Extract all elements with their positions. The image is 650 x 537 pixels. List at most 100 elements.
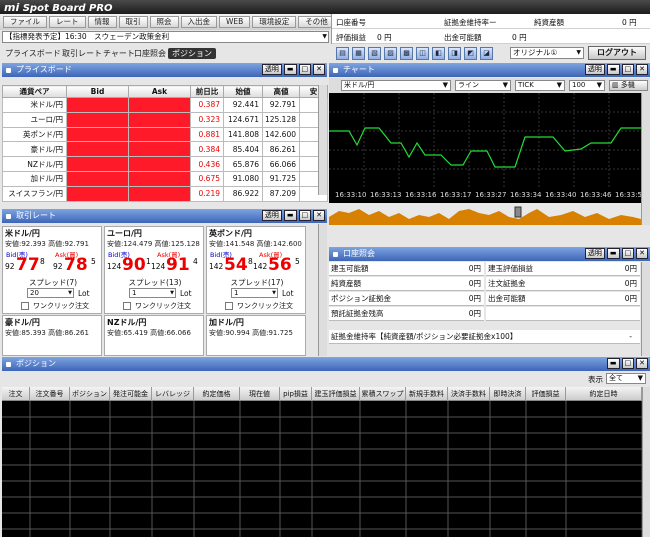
maximize-icon[interactable]: □ [298, 210, 312, 221]
toolbar-icon-7[interactable]: ◧ [432, 47, 445, 60]
ask-cell[interactable] [128, 185, 191, 202]
logout-button[interactable]: ログアウト [588, 46, 646, 60]
column-header[interactable]: 建玉評価損益 [312, 387, 360, 401]
minimize-icon[interactable]: ▬ [283, 64, 297, 75]
tick-chart[interactable]: 16:33:10 16:33:13 16:33:16 16:33:17 16:33:27… [329, 93, 641, 225]
bid-cell[interactable] [66, 97, 129, 113]
oneclick-checkbox[interactable] [123, 302, 131, 310]
transparent-button[interactable]: 透明 [261, 64, 282, 75]
table-row[interactable]: 米ドル/円 0.387 92.441 92.791 [2, 97, 328, 113]
price-board-scrollbar[interactable] [318, 85, 327, 195]
lot-select[interactable]: 1 ▼ [129, 288, 176, 298]
positions-scrollbar[interactable] [642, 387, 650, 537]
table-row[interactable]: ユーロ/円 0.323 124.671 125.128 [2, 111, 328, 128]
maximize-icon[interactable]: □ [621, 248, 635, 259]
bid-cell[interactable] [66, 185, 129, 202]
toolbar-icon-9[interactable]: ◩ [464, 47, 477, 60]
tab-account[interactable]: 口座照会 [134, 48, 166, 59]
ask-cell[interactable] [128, 156, 191, 172]
column-header[interactable]: 発注可能金 [110, 387, 152, 401]
tab-chart[interactable]: チャート [103, 48, 135, 59]
column-header[interactable]: レバレッジ [152, 387, 194, 401]
ask-cell[interactable] [128, 111, 191, 128]
menu-web[interactable]: WEB [219, 16, 251, 28]
table-row[interactable]: 英ポンド/円 0.881 141.808 142.600 [2, 126, 328, 143]
account-scrollbar[interactable] [641, 262, 650, 356]
maximize-icon[interactable]: □ [621, 64, 635, 75]
ask-cell[interactable] [128, 126, 191, 143]
column-header[interactable]: 累積スワップ [360, 387, 406, 401]
bid-cell[interactable] [66, 126, 129, 143]
chart-count-select[interactable]: 100 ▼ [569, 80, 605, 91]
column-header[interactable]: 評価損益 [526, 387, 566, 401]
close-icon[interactable]: ✕ [313, 210, 325, 221]
column-header[interactable]: 約定価格 [194, 387, 240, 401]
bid-cell[interactable] [66, 111, 129, 128]
column-header[interactable]: 注文 [2, 387, 30, 401]
toolbar-icon-1[interactable]: ▤ [336, 47, 349, 60]
menu-info[interactable]: 情報 [87, 16, 117, 28]
toolbar-icon-4[interactable]: ▨ [384, 47, 397, 60]
close-icon[interactable]: ✕ [313, 64, 325, 75]
bid-cell[interactable] [66, 156, 129, 172]
toolbar-icon-6[interactable]: ◫ [416, 47, 429, 60]
oneclick-checkbox[interactable] [225, 302, 233, 310]
toolbar-icon-8[interactable]: ◨ [448, 47, 461, 60]
chart-scrollbar[interactable] [641, 93, 650, 225]
menu-trade[interactable]: 取引 [118, 16, 148, 28]
toolbar-icon-5[interactable]: ▩ [400, 47, 413, 60]
transparent-button[interactable]: 透明 [584, 64, 605, 75]
maximize-icon[interactable]: □ [621, 358, 635, 369]
bid-cell[interactable] [66, 170, 129, 187]
column-header[interactable]: 新規手数料 [406, 387, 448, 401]
minimize-icon[interactable]: ▬ [606, 64, 620, 75]
oneclick-checkbox[interactable] [21, 302, 29, 310]
menu-inquiry[interactable]: 照会 [149, 16, 179, 28]
ask-cell[interactable] [128, 97, 191, 113]
table-row[interactable]: 加ドル/円 0.675 91.080 91.725 [2, 170, 328, 187]
positions-table-body[interactable] [2, 401, 642, 537]
close-icon[interactable]: ✕ [636, 64, 648, 75]
column-header[interactable]: 約定日時 [566, 387, 642, 401]
toolbar-icon-10[interactable]: ◪ [480, 47, 493, 60]
column-header[interactable]: 注文番号 [30, 387, 70, 401]
tab-trade-rate[interactable]: 取引レート [62, 48, 102, 59]
tab-position[interactable]: ポジション [168, 48, 216, 59]
display-filter-select[interactable]: 全て ▼ [606, 373, 646, 384]
transparent-button[interactable]: 透明 [261, 210, 282, 221]
trade-rate-scrollbar[interactable] [318, 224, 327, 356]
chart-type-select[interactable]: ライン ▼ [455, 80, 511, 91]
table-row[interactable]: スイスフラン/円 0.219 86.922 87.209 [2, 185, 328, 202]
chart-tick-select[interactable]: TICK ▼ [515, 80, 565, 91]
bid-cell[interactable] [66, 141, 129, 158]
close-icon[interactable]: ✕ [636, 358, 648, 369]
toolbar-icon-3[interactable]: ▧ [368, 47, 381, 60]
column-header[interactable]: ポジション [70, 387, 110, 401]
menu-file[interactable]: ファイル [3, 16, 47, 28]
minimize-icon[interactable]: ▬ [606, 358, 620, 369]
lot-select[interactable]: 20 ▼ [27, 288, 74, 298]
tab-price-board[interactable]: プライスボード [5, 48, 61, 59]
column-header[interactable]: 即時決済 [490, 387, 526, 401]
transparent-button[interactable]: 透明 [584, 248, 605, 259]
table-row[interactable]: 豪ドル/円 0.384 85.404 86.261 [2, 141, 328, 158]
minimize-icon[interactable]: ▬ [283, 210, 297, 221]
ask-cell[interactable] [128, 141, 191, 158]
menu-other[interactable]: その他 [298, 16, 335, 28]
menu-rate[interactable]: レート [49, 16, 86, 28]
toolbar-icon-2[interactable]: ▦ [352, 47, 365, 60]
lot-select[interactable]: 1 ▼ [231, 288, 278, 298]
menu-deposit[interactable]: 入出金 [180, 16, 217, 28]
column-header[interactable]: 現在値 [240, 387, 280, 401]
close-icon[interactable]: ✕ [636, 248, 648, 259]
ask-cell[interactable] [128, 170, 191, 187]
table-row[interactable]: NZドル/円 0.436 65.876 66.066 [2, 156, 328, 172]
menu-settings[interactable]: 環境設定 [252, 16, 297, 28]
chart-multi-button[interactable]: ▥ 多機 [609, 80, 648, 91]
column-header[interactable]: 決済手数料 [448, 387, 490, 401]
column-header[interactable]: pip損益 [280, 387, 312, 401]
chart-pair-select[interactable]: 米ドル/円 ▼ [341, 80, 451, 91]
minimize-icon[interactable]: ▬ [606, 248, 620, 259]
layout-select[interactable]: オリジナル① ▼ [510, 47, 584, 59]
maximize-icon[interactable]: □ [298, 64, 312, 75]
